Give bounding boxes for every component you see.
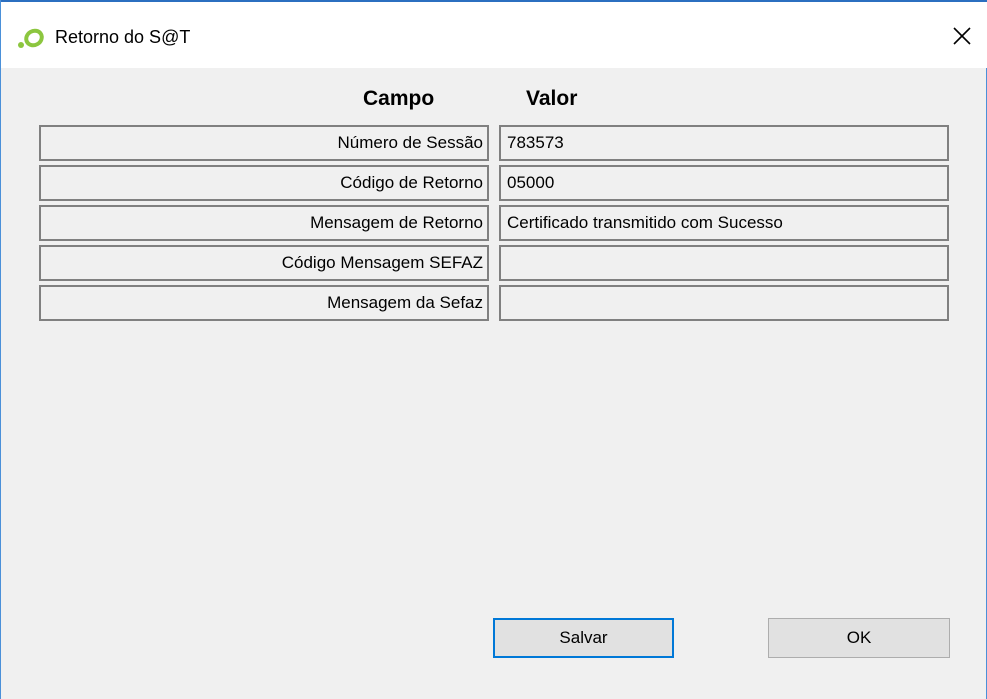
table-row: Mensagem de Retorno Certificado transmit… <box>39 205 949 241</box>
field-label-cell: Mensagem de Retorno <box>39 205 489 241</box>
dialog-window: Retorno do S@T Campo Valor Número de Ses… <box>0 0 987 699</box>
table-row: Mensagem da Sefaz <box>39 285 949 321</box>
field-label-cell: Código de Retorno <box>39 165 489 201</box>
window-title: Retorno do S@T <box>55 27 191 47</box>
window-top-edge <box>1 0 987 10</box>
ok-button[interactable]: OK <box>768 618 950 658</box>
field-label-cell: Código Mensagem SEFAZ <box>39 245 489 281</box>
field-label-cell: Mensagem da Sefaz <box>39 285 489 321</box>
column-header-valor: Valor <box>526 87 578 110</box>
table-row: Código de Retorno 05000 <box>39 165 949 201</box>
column-header-campo: Campo <box>363 87 435 110</box>
sat-app-icon <box>17 24 47 52</box>
value-cell[interactable]: 783573 <box>499 125 949 161</box>
title-bar[interactable]: Retorno do S@T <box>1 10 987 68</box>
value-cell[interactable]: 05000 <box>499 165 949 201</box>
table-row: Número de Sessão 783573 <box>39 125 949 161</box>
field-label-cell: Número de Sessão <box>39 125 489 161</box>
value-cell[interactable] <box>499 285 949 321</box>
save-button[interactable]: Salvar <box>493 618 674 658</box>
value-cell[interactable]: Certificado transmitido com Sucesso <box>499 205 949 241</box>
close-icon <box>952 26 972 51</box>
table-row: Código Mensagem SEFAZ <box>39 245 949 281</box>
close-button[interactable] <box>939 18 985 58</box>
value-cell[interactable] <box>499 245 949 281</box>
